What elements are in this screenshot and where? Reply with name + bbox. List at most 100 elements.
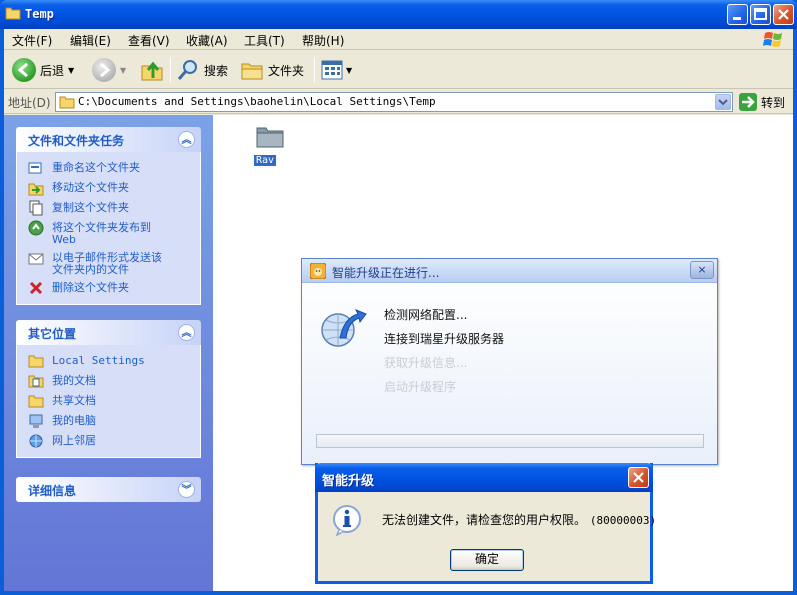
forward-arrow-icon: [92, 58, 116, 82]
minimize-button[interactable]: [727, 4, 748, 25]
close-button[interactable]: ×: [690, 261, 714, 279]
back-arrow-icon: [12, 58, 36, 82]
title-bar[interactable]: Temp: [0, 0, 797, 29]
menu-file[interactable]: 文件(F): [12, 32, 52, 49]
details-panel: 详细信息 ︾: [16, 477, 201, 502]
menu-help[interactable]: 帮助(H): [302, 32, 344, 49]
delete-icon: [29, 281, 43, 295]
address-label: 地址(D): [8, 96, 51, 110]
close-button[interactable]: [628, 467, 649, 488]
error-code: (80000003): [589, 514, 657, 527]
menu-bar: 文件(F) 编辑(E) 查看(V) 收藏(A) 工具(T) 帮助(H): [4, 29, 793, 50]
copy-folder-link[interactable]: 复制这个文件夹: [17, 198, 200, 218]
menu-view[interactable]: 查看(V): [128, 32, 170, 49]
dialog-title: 智能升级正在进行...: [332, 266, 440, 280]
search-icon: [177, 60, 197, 80]
search-label: 搜索: [204, 63, 229, 78]
collapse-icon[interactable]: ︽: [178, 324, 195, 341]
upgrade-progress-dialog: 智能升级正在进行... × 检测网络配置... 连接到瑞星升级服务器 获取升级信…: [301, 258, 718, 465]
move-icon: [28, 183, 44, 196]
publish-folder-web-link[interactable]: 将这个文件夹发布到 Web: [17, 218, 200, 248]
maximize-icon: [754, 8, 767, 20]
maximize-button[interactable]: [750, 4, 771, 25]
network-places-link[interactable]: 网上邻居: [17, 431, 200, 451]
toolbar: 后退 ▼ ▼ 搜索 文件夹 ▼: [4, 51, 793, 89]
panel-title: 文件和文件夹任务: [28, 134, 125, 148]
collapse-icon[interactable]: ︽: [178, 131, 195, 148]
error-text: 无法创建文件，请检查您的用户权限。: [382, 513, 587, 527]
close-icon: [633, 472, 644, 483]
folder-name: Rav: [254, 155, 277, 166]
address-bar: 地址(D) C:\Documents and Settings\baohelin…: [4, 90, 793, 114]
progress-bar: [316, 434, 704, 448]
up-folder-button[interactable]: [140, 57, 164, 83]
globe-update-icon: [321, 309, 367, 347]
menu-tools[interactable]: 工具(T): [244, 32, 285, 49]
panel-body: Local Settings 我的文档 共享文档 我的电脑 网上邻居: [16, 345, 201, 458]
move-folder-link[interactable]: 移动这个文件夹: [17, 178, 200, 198]
address-dropdown-button[interactable]: [715, 94, 731, 110]
forward-dropdown-icon[interactable]: ▼: [120, 66, 126, 75]
other-places-panel: 其它位置 ︽ Local Settings 我的文档 共享文档 我的电脑 网上邻…: [16, 320, 201, 458]
panel-title: 其它位置: [28, 327, 77, 341]
search-button[interactable]: 搜索: [176, 57, 228, 83]
close-button[interactable]: [773, 4, 794, 25]
folders-icon: [241, 63, 263, 80]
folder-icon: [5, 7, 21, 20]
address-value: C:\Documents and Settings\baohelin\Local…: [78, 95, 436, 108]
error-dialog: 智能升级 无法创建文件，请检查您的用户权限。 (80000003) 确定: [315, 463, 656, 584]
dialog-title-bar[interactable]: 智能升级: [315, 463, 653, 492]
menu-edit[interactable]: 编辑(E): [70, 32, 111, 49]
file-folder-tasks-panel: 文件和文件夹任务 ︽ 重命名这个文件夹 移动这个文件夹 复制这个文件夹 将这个文…: [16, 127, 201, 305]
toolbar-separator: [314, 57, 315, 83]
ok-button[interactable]: 确定: [450, 549, 524, 571]
copy-icon: [29, 200, 43, 216]
email-folder-files-link[interactable]: 以电子邮件形式发送该 文件夹内的文件: [17, 248, 200, 278]
rising-lion-icon: [310, 263, 326, 279]
views-dropdown-icon[interactable]: ▼: [346, 66, 352, 75]
email-icon: [28, 253, 44, 265]
views-button[interactable]: ▼: [320, 57, 352, 83]
panel-header[interactable]: 文件和文件夹任务 ︽: [16, 127, 201, 152]
back-button[interactable]: 后退 ▼: [12, 57, 74, 83]
globe-publish-icon: [28, 220, 44, 236]
info-icon: [333, 505, 361, 536]
expand-icon[interactable]: ︾: [178, 481, 195, 498]
panel-title: 详细信息: [28, 484, 77, 498]
minimize-icon: [733, 17, 741, 20]
my-computer-link[interactable]: 我的电脑: [17, 411, 200, 431]
close-icon: [778, 9, 789, 20]
panel-header[interactable]: 详细信息 ︾: [16, 477, 201, 502]
address-input[interactable]: C:\Documents and Settings\baohelin\Local…: [55, 92, 733, 112]
back-dropdown-icon[interactable]: ▼: [68, 66, 74, 75]
folders-button[interactable]: 文件夹: [240, 57, 304, 83]
shared-folder-icon: [28, 395, 44, 408]
computer-icon: [29, 414, 43, 428]
rename-folder-link[interactable]: 重命名这个文件夹: [17, 158, 200, 178]
folders-label: 文件夹: [268, 63, 305, 78]
task-pane: 文件和文件夹任务 ︽ 重命名这个文件夹 移动这个文件夹 复制这个文件夹 将这个文…: [4, 115, 213, 591]
panel-header[interactable]: 其它位置 ︽: [16, 320, 201, 345]
delete-folder-link[interactable]: 删除这个文件夹: [17, 278, 200, 298]
up-folder-icon: [141, 61, 163, 81]
dialog-title-bar[interactable]: 智能升级正在进行... ×: [302, 259, 717, 283]
chevron-down-icon: [718, 99, 728, 106]
forward-button[interactable]: ▼: [92, 57, 126, 83]
shared-documents-link[interactable]: 共享文档: [17, 391, 200, 411]
views-icon: [321, 60, 343, 80]
close-icon: ×: [697, 263, 707, 276]
folder-icon: [28, 355, 44, 368]
my-documents-icon: [28, 375, 44, 388]
panel-body: 重命名这个文件夹 移动这个文件夹 复制这个文件夹 将这个文件夹发布到 Web 以…: [16, 152, 201, 305]
back-label: 后退: [40, 63, 65, 78]
go-arrow-icon: [739, 93, 757, 111]
menu-favorites[interactable]: 收藏(A): [186, 32, 228, 49]
my-documents-link[interactable]: 我的文档: [17, 371, 200, 391]
dialog-title: 智能升级: [322, 474, 375, 489]
step-launch-upgrader: 启动升级程序: [384, 380, 457, 394]
local-settings-link[interactable]: Local Settings: [17, 351, 200, 371]
window-title: Temp: [25, 7, 54, 21]
go-button[interactable]: 转到: [739, 93, 785, 111]
error-message: 无法创建文件，请检查您的用户权限。 (80000003): [382, 511, 656, 528]
rename-icon: [28, 162, 42, 174]
